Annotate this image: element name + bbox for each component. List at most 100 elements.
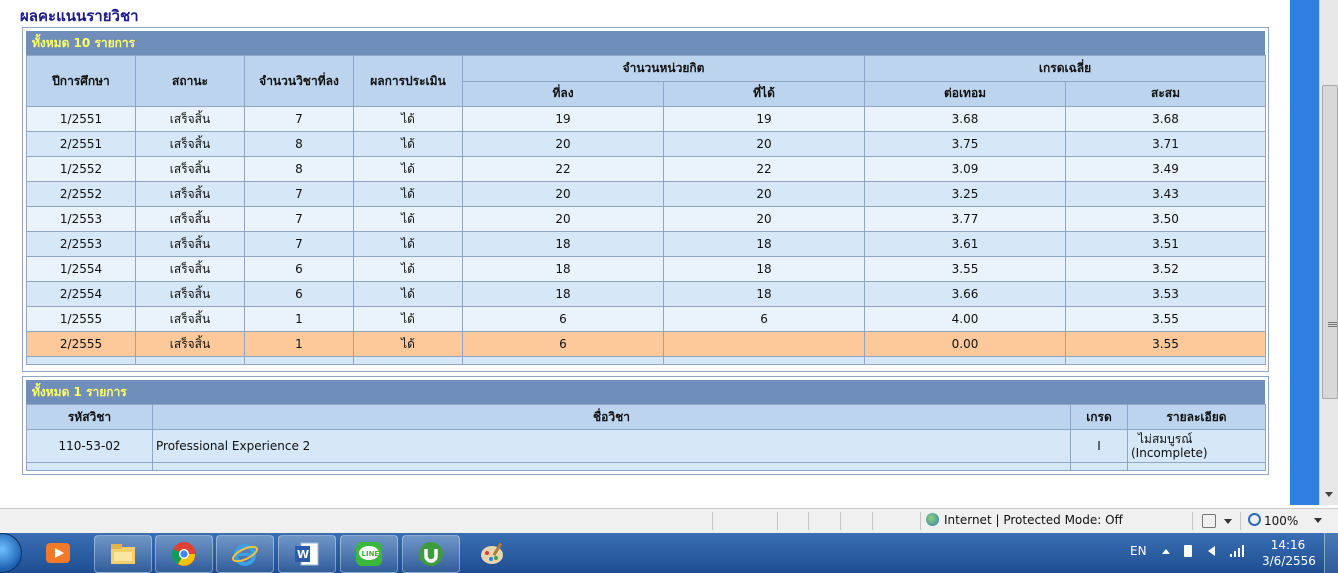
network-plug-icon[interactable] (1184, 545, 1192, 557)
taskbar-utorrent[interactable] (402, 535, 460, 573)
show-hidden-icons-icon[interactable] (1162, 549, 1170, 554)
zoom-control[interactable]: 100% (1248, 513, 1323, 528)
summary-count-label: ทั้งหมด 10 รายการ (26, 31, 1265, 55)
cell-gpa-cumulative: 3.68 (1065, 106, 1267, 132)
table-row[interactable]: 1/2554 เสร็จสิ้น 6 ได้ 18 18 3.55 3.52 (26, 256, 1267, 282)
header-courses: จำนวนวิชาที่ลง (244, 55, 354, 107)
page-side-panel (1290, 0, 1319, 505)
status-bar: Internet | Protected Mode: Off 100% (0, 508, 1338, 533)
clock-date: 3/6/2556 (1262, 554, 1316, 568)
cell-credits-registered: 20 (462, 181, 664, 207)
cell-courses: 8 (244, 156, 354, 182)
cell-gpa-cumulative: 3.51 (1065, 231, 1267, 257)
signal-bar (1230, 554, 1232, 557)
taskbar-line[interactable]: LINE (340, 535, 398, 573)
start-button[interactable] (0, 533, 22, 573)
cell-credits-earned: 18 (662, 281, 866, 307)
taskbar-file-explorer[interactable] (94, 535, 152, 573)
table-row[interactable]: 2/2552 เสร็จสิ้น 7 ได้ 20 20 3.25 3.43 (26, 181, 1267, 207)
cell-gpa-cumulative: 3.71 (1065, 131, 1267, 157)
cell-gpa-term: 4.00 (864, 306, 1067, 332)
cell-gpa-term: 3.25 (864, 181, 1067, 207)
cell-result: ได้ (353, 331, 463, 357)
cell-gpa-term: 3.55 (864, 256, 1067, 282)
cell-courses: 7 (244, 231, 354, 257)
cell-credits-earned: 6 (662, 306, 866, 332)
cell-gpa-cumulative: 3.50 (1065, 206, 1267, 232)
cell-credits-registered: 6 (462, 331, 664, 357)
signal-bar (1238, 548, 1240, 557)
cell-status: เสร็จสิ้น (135, 331, 245, 357)
security-zone[interactable]: Internet | Protected Mode: Off (926, 513, 1123, 527)
cell-credits-earned: 20 (662, 131, 866, 157)
cell-credits-registered: 20 (462, 131, 664, 157)
volume-icon[interactable] (1208, 546, 1215, 556)
header-gpa-term: ต่อเทอม (864, 80, 1067, 107)
signal-icon[interactable] (1230, 545, 1244, 557)
vertical-scrollbar[interactable] (1319, 0, 1338, 505)
filler-cell (662, 356, 866, 365)
cell-term: 2/2553 (26, 231, 136, 257)
cell-credits-earned: 18 (662, 231, 866, 257)
security-zone-label: Internet | Protected Mode: Off (944, 513, 1123, 527)
cell-gpa-term: 0.00 (864, 331, 1067, 357)
table-row[interactable]: 2/2554 เสร็จสิ้น 6 ได้ 18 18 3.66 3.53 (26, 281, 1267, 307)
table-row[interactable]: 110-53-02 Professional Experience 2 I ไม… (26, 429, 1266, 463)
taskbar-chrome[interactable] (155, 535, 213, 573)
paint-icon (481, 542, 503, 564)
table-row[interactable]: 2/2551 เสร็จสิ้น 8 ได้ 20 20 3.75 3.71 (26, 131, 1267, 157)
chevron-down-icon[interactable] (1314, 518, 1323, 523)
table-row[interactable]: 1/2552 เสร็จสิ้น 8 ได้ 22 22 3.09 3.49 (26, 156, 1267, 182)
clock-time: 14:16 (1270, 538, 1306, 552)
header-detail: รายละเอียด (1127, 404, 1266, 430)
detail-count-label: ทั้งหมด 1 รายการ (26, 380, 1265, 404)
clock[interactable]: 14:16 3/6/2556 (1262, 537, 1316, 569)
chevron-down-icon[interactable] (1224, 519, 1232, 524)
header-status: สถานะ (135, 55, 245, 107)
scrollbar-thumb[interactable] (1322, 85, 1338, 399)
scroll-down-icon[interactable] (1325, 492, 1333, 497)
cell-grade: I (1070, 429, 1128, 463)
show-desktop-button[interactable] (1324, 533, 1338, 573)
zoom-level: 100% (1264, 514, 1299, 528)
header-result: ผลการประเมิน (353, 55, 463, 107)
cell-courses: 7 (244, 181, 354, 207)
filler-cell (864, 356, 1067, 365)
cell-term: 1/2554 (26, 256, 136, 282)
chrome-icon (171, 542, 196, 566)
status-divider (840, 512, 841, 530)
cell-credits-registered: 22 (462, 156, 664, 182)
svg-text:LINE: LINE (362, 550, 380, 558)
table-row-selected[interactable]: 2/2555 เสร็จสิ้น 1 ได้ 6 0.00 3.55 (26, 331, 1267, 357)
cell-result: ได้ (353, 181, 463, 207)
cell-detail: ไม่สมบูรณ์ (Incomplete) (1127, 429, 1266, 463)
table-row[interactable]: 1/2555 เสร็จสิ้น 1 ได้ 6 6 4.00 3.55 (26, 306, 1267, 332)
header-credits: จำนวนหน่วยกิต (461, 55, 866, 82)
taskbar-paint[interactable] (465, 535, 521, 571)
filler-cell (152, 462, 1071, 471)
taskbar-internet-explorer[interactable] (216, 535, 274, 573)
detail-table: รหัสวิชา ชื่อวิชา เกรด รายละเอียด 110-53… (26, 404, 1266, 471)
filler-cell (135, 356, 245, 365)
table-row[interactable]: 2/2553 เสร็จสิ้น 7 ได้ 18 18 3.61 3.51 (26, 231, 1267, 257)
header-term: ปีการศึกษา (26, 55, 136, 107)
taskbar: W LINE EN 14:16 3/6/2556 (0, 533, 1338, 573)
cell-courses: 7 (244, 206, 354, 232)
cell-result: ได้ (353, 131, 463, 157)
table-row[interactable]: 1/2553 เสร็จสิ้น 7 ได้ 20 20 3.77 3.50 (26, 206, 1267, 232)
status-divider (920, 512, 921, 530)
cell-term: 1/2555 (26, 306, 136, 332)
cell-term: 2/2554 (26, 281, 136, 307)
taskbar-media-player[interactable] (30, 535, 86, 571)
language-indicator[interactable]: EN (1130, 544, 1147, 558)
cell-status: เสร็จสิ้น (135, 106, 245, 132)
page-title: ผลคะแนนรายวิชา (20, 7, 139, 25)
status-divider (1192, 512, 1193, 530)
cell-credits-earned: 20 (662, 181, 866, 207)
table-row[interactable]: 1/2551 เสร็จสิ้น 7 ได้ 19 19 3.68 3.68 (26, 106, 1267, 132)
utorrent-icon (419, 542, 443, 566)
filler-cell (26, 356, 136, 365)
protected-mode-icon[interactable] (1202, 514, 1216, 528)
cell-status: เสร็จสิ้น (135, 281, 245, 307)
taskbar-word[interactable]: W (278, 535, 336, 573)
